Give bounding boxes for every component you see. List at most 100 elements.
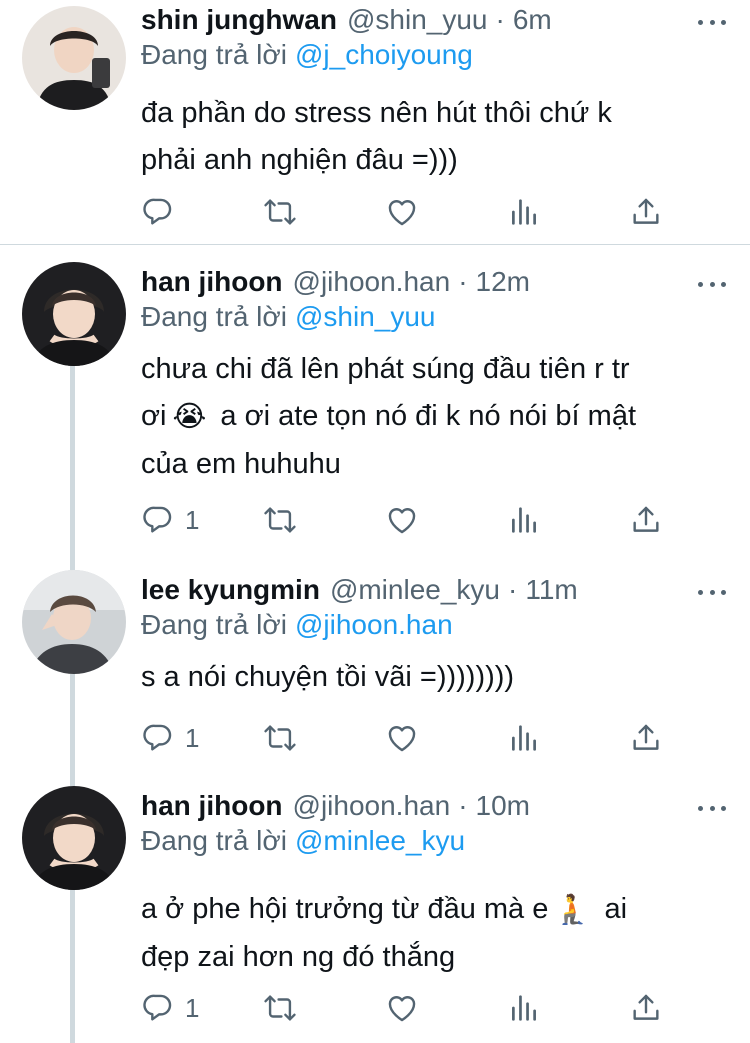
display-name[interactable]: shin junghwan — [141, 4, 337, 36]
tweet-text: s a nói chuyện tồi vãi =)))))))) — [141, 661, 515, 693]
share-icon — [629, 503, 663, 537]
display-name[interactable]: lee kyungmin — [141, 574, 320, 606]
separator-dot: · — [458, 266, 468, 297]
like-button[interactable] — [385, 718, 419, 758]
retweet-icon — [263, 503, 297, 537]
tweet-actions — [141, 192, 681, 232]
timestamp[interactable]: 10m — [476, 790, 530, 822]
reply-icon — [141, 991, 175, 1025]
retweet-button[interactable] — [263, 988, 297, 1028]
more-icon[interactable] — [698, 794, 726, 822]
views-button[interactable] — [507, 192, 541, 232]
separator-dot: · — [508, 574, 518, 605]
share-icon — [629, 195, 663, 229]
user-handle[interactable]: @minlee_kyu — [330, 574, 500, 606]
thread-line — [70, 558, 75, 570]
tweet-text-part: a ơi ate tọn nó đi k nó nói bí mật của e… — [141, 400, 637, 480]
display-name[interactable]: han jihoon — [141, 266, 283, 298]
replying-to-label: Đang trả lời — [141, 609, 287, 640]
replying-to: Đang trả lời @jihoon.han — [141, 609, 453, 641]
user-handle[interactable]: @shin_yuu — [347, 4, 488, 36]
replying-to: Đang trả lời @minlee_kyu — [141, 825, 465, 857]
separator-dot: · — [495, 4, 505, 35]
mention-link[interactable]: @shin_yuu — [295, 301, 436, 332]
tweet[interactable]: han jihoon @jihoon.han · 10m Đang trả lờ… — [0, 770, 750, 1043]
reply-button[interactable]: 1 — [141, 718, 199, 758]
mention-link[interactable]: @jihoon.han — [295, 609, 453, 640]
more-icon[interactable] — [698, 578, 726, 606]
more-icon[interactable] — [698, 270, 726, 298]
retweet-button[interactable] — [263, 192, 297, 232]
user-avatar[interactable] — [22, 570, 126, 674]
more-icon[interactable] — [698, 8, 726, 36]
thread-line — [70, 770, 75, 786]
share-button[interactable] — [629, 500, 663, 540]
separator-dot: · — [458, 790, 468, 821]
timestamp[interactable]: 11m — [525, 574, 577, 606]
tweet-actions: 1 — [141, 718, 681, 758]
reply-button[interactable]: 1 — [141, 500, 199, 540]
heart-icon — [385, 503, 419, 537]
heart-icon — [385, 721, 419, 755]
user-handle[interactable]: @jihoon.han — [293, 790, 451, 822]
thread-line — [70, 674, 75, 782]
timestamp[interactable]: 6m — [513, 4, 552, 36]
heart-icon — [385, 991, 419, 1025]
user-avatar[interactable] — [22, 6, 126, 110]
mention-link[interactable]: @j_choiyoung — [295, 39, 473, 70]
replying-to-label: Đang trả lời — [141, 39, 287, 70]
user-handle[interactable]: @jihoon.han — [293, 266, 451, 298]
share-button[interactable] — [629, 192, 663, 232]
thread-line — [70, 890, 75, 1043]
like-button[interactable] — [385, 988, 419, 1028]
divider — [0, 244, 750, 245]
retweet-button[interactable] — [263, 718, 297, 758]
retweet-icon — [263, 991, 297, 1025]
reply-icon — [141, 195, 175, 229]
reply-count: 1 — [185, 504, 200, 535]
tweet[interactable]: lee kyungmin @minlee_kyu · 11m Đang trả … — [0, 558, 750, 782]
like-button[interactable] — [385, 192, 419, 232]
mention-link[interactable]: @minlee_kyu — [295, 825, 465, 856]
timestamp[interactable]: 12m — [476, 266, 530, 298]
analytics-icon — [507, 195, 541, 229]
tweet[interactable]: shin junghwan @shin_yuu · 6m Đang trả lờ… — [0, 0, 750, 244]
reply-icon — [141, 503, 175, 537]
views-button[interactable] — [507, 500, 541, 540]
user-avatar[interactable] — [22, 786, 126, 890]
analytics-icon — [507, 721, 541, 755]
reply-button[interactable] — [141, 192, 185, 232]
thread-line — [70, 366, 75, 558]
tweet-actions: 1 — [141, 500, 681, 540]
retweet-icon — [263, 195, 297, 229]
analytics-icon — [507, 503, 541, 537]
analytics-icon — [507, 991, 541, 1025]
tweet-text: a ở phe hội trưởng từ đầu mà e 🧎 ai đẹp z… — [141, 886, 711, 981]
tweet-text: đa phần do stress nên hút thôi chứ k phả… — [141, 97, 612, 176]
views-button[interactable] — [507, 988, 541, 1028]
reply-button[interactable]: 1 — [141, 988, 199, 1028]
tweet-text: chưa chi đã lên phát súng đầu tiên r tr … — [141, 346, 711, 488]
reply-icon — [141, 721, 175, 755]
tweet-actions: 1 — [141, 988, 681, 1028]
share-button[interactable] — [629, 988, 663, 1028]
replying-to-label: Đang trả lời — [141, 825, 287, 856]
user-avatar[interactable] — [22, 262, 126, 366]
display-name[interactable]: han jihoon — [141, 790, 283, 822]
retweet-button[interactable] — [263, 500, 297, 540]
views-button[interactable] — [507, 718, 541, 758]
crying-face-emoji: 😭 — [172, 400, 207, 433]
replying-to: Đang trả lời @shin_yuu — [141, 301, 436, 333]
replying-to: Đang trả lời @j_choiyoung — [141, 39, 473, 71]
heart-icon — [385, 195, 419, 229]
like-button[interactable] — [385, 500, 419, 540]
reply-count: 1 — [185, 722, 200, 753]
share-icon — [629, 991, 663, 1025]
tweet-text-part: a ở phe hội trưởng từ đầu mà e — [141, 893, 549, 925]
reply-count: 1 — [185, 992, 200, 1023]
replying-to-label: Đang trả lời — [141, 301, 287, 332]
share-button[interactable] — [629, 718, 663, 758]
retweet-icon — [263, 721, 297, 755]
kneeling-person-emoji: 🧎 — [554, 893, 591, 926]
tweet[interactable]: han jihoon @jihoon.han · 12m Đang trả lờ… — [0, 262, 750, 558]
